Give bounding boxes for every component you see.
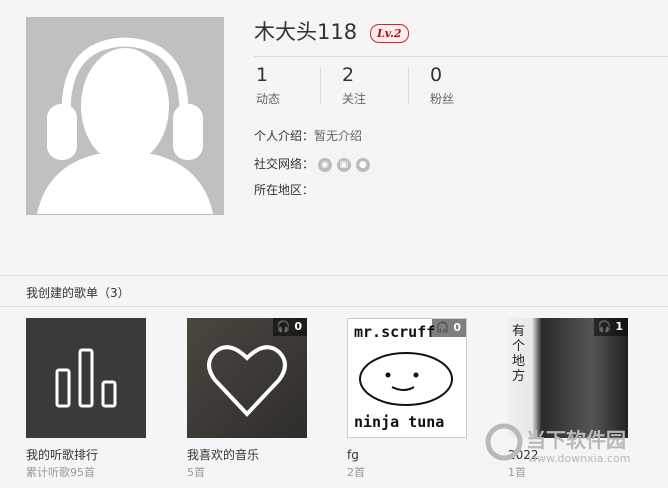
- playlist-cover[interactable]: [26, 318, 146, 438]
- watermark: 当下软件园 www.downxia.com: [484, 422, 668, 488]
- playlist-count: 5首: [187, 466, 205, 479]
- douban-icon[interactable]: ▣: [336, 157, 351, 172]
- playlist-name[interactable]: 我的听歌排行: [26, 447, 146, 463]
- divider: [254, 56, 668, 57]
- playlist-card[interactable]: mr.scruff ninja tuna 🎧 0 fg 2首: [347, 318, 467, 480]
- playlist-cover[interactable]: mr.scruff ninja tuna 🎧 0: [347, 318, 467, 438]
- username: 木大头118: [254, 20, 358, 44]
- play-count: 0: [453, 321, 461, 334]
- playlist-name[interactable]: fg: [347, 447, 467, 463]
- playlist-count: 2首: [347, 466, 365, 479]
- intro-row: 个人介绍：暂无介绍: [254, 127, 362, 144]
- renren-icon[interactable]: ●: [355, 157, 370, 172]
- playlist-cover[interactable]: 🎧 0: [187, 318, 307, 438]
- user-avatar[interactable]: [26, 17, 224, 215]
- play-count: 1: [615, 320, 623, 333]
- stat-follows[interactable]: 2 关注: [342, 64, 366, 107]
- stat-label: 关注: [342, 92, 367, 106]
- divider: [0, 275, 668, 276]
- play-count-badge: 🎧 1: [593, 318, 628, 336]
- stat-number: 2: [342, 64, 355, 86]
- region-row: 所在地区：: [254, 181, 314, 198]
- intro-value: 暂无介绍: [314, 129, 363, 143]
- playlist-card[interactable]: 我的听歌排行 累计听歌95首: [26, 318, 146, 480]
- stat-events[interactable]: 1 动态: [256, 64, 280, 107]
- stat-label: 动态: [256, 92, 281, 106]
- watermark-url: www.downxia.com: [528, 452, 631, 465]
- stat-number: 0: [430, 64, 443, 86]
- intro-label: 个人介绍：: [254, 129, 315, 143]
- stat-label: 粉丝: [430, 92, 455, 106]
- cover-text: ninja tuna: [354, 413, 445, 431]
- play-count-badge: 🎧 0: [272, 318, 307, 336]
- weibo-icon[interactable]: ◉: [317, 157, 332, 172]
- divider: [0, 306, 668, 307]
- heart-icon: [207, 345, 287, 417]
- playlists-title: 我创建的歌单（3）: [26, 286, 130, 300]
- watermark-logo-icon: [485, 423, 523, 461]
- playlist-count: 累计听歌95首: [26, 466, 95, 479]
- play-count-badge: 🎧 0: [431, 319, 466, 337]
- region-label: 所在地区：: [254, 183, 315, 197]
- playlist-cover[interactable]: 有个地方 🎧 1: [508, 318, 628, 438]
- divider: [408, 67, 409, 105]
- social-label: 社交网络：: [254, 157, 315, 171]
- social-row: 社交网络： ◉ ▣ ●: [254, 155, 375, 172]
- watermark-brand: 当下软件园: [526, 428, 626, 452]
- playlist-name[interactable]: 我喜欢的音乐: [187, 447, 307, 463]
- playlist-card[interactable]: 🎧 0 我喜欢的音乐 5首: [187, 318, 307, 480]
- divider: [320, 67, 321, 105]
- play-count: 0: [294, 320, 302, 333]
- stat-fans[interactable]: 0 粉丝: [430, 64, 454, 107]
- stat-number: 1: [256, 64, 269, 86]
- cover-text: 有个地方: [512, 324, 526, 384]
- default-avatar-headphones-icon: [27, 18, 223, 214]
- level-badge[interactable]: Lv.2: [370, 24, 409, 43]
- bar-rank-icon: [55, 348, 117, 408]
